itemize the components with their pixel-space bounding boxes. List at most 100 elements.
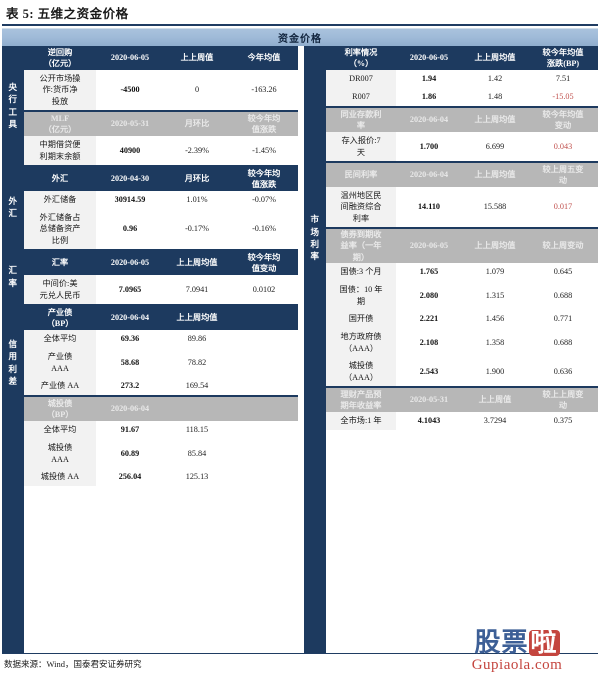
group-label-信用利差: 信用利差: [8, 338, 18, 386]
row-label: 产业债 AAA: [24, 348, 96, 377]
table-row: 国开债 2.221 1.456 0.771: [326, 310, 598, 328]
row-label: 温州地区民 间融资综合 利率: [326, 187, 396, 227]
left-col-header: 城投债 （BP）: [46, 398, 74, 419]
left-col-header: 逆回购 （亿元）: [43, 47, 77, 68]
row-value-3: -0.16%: [252, 224, 276, 234]
group-label-外汇: 外汇: [8, 195, 18, 218]
left-col-header: [230, 397, 298, 421]
row-value-3: -15.05: [552, 92, 574, 102]
table-row: 全市场:1 年 4.1043 3.7294 0.375: [326, 412, 598, 430]
row-value-2: 1.42: [487, 74, 503, 84]
row-value-3: -0.07%: [252, 195, 276, 205]
table-row: 外汇储备 30914.59 1.01% -0.07%: [24, 191, 298, 209]
row-label: 中间价:美 元兑人民币: [24, 275, 96, 304]
row-value-2: 1.358: [485, 337, 505, 347]
row-value-1: 2.543: [419, 366, 439, 376]
left-col-header: 产业债 （BP）: [46, 307, 74, 328]
row-value-2: 118.15: [185, 425, 209, 435]
row-label: 中期借贷便 利期末余额: [24, 136, 96, 165]
row-label: 外汇储备: [24, 191, 96, 209]
row-value-1: -4500: [120, 85, 140, 95]
row-value-1: 7.0965: [118, 284, 142, 294]
right-col-header: 较上上周变动: [542, 389, 584, 410]
left-block-5-header: 城投债 （BP） 2020-06-04: [24, 397, 298, 421]
left-group-strip: 央行工具外汇汇率信用利差: [2, 46, 24, 653]
row-value-2: 0: [194, 85, 200, 95]
left-col-header: [164, 397, 230, 421]
row-label: 产业债 AA: [24, 377, 96, 395]
table-row: 全体平均 69.36 89.86: [24, 330, 298, 348]
row-value-3: -1.45%: [252, 145, 276, 155]
row-value-1: 58.68: [120, 357, 140, 367]
row-value-1: 2.080: [419, 290, 439, 300]
row-value-1: 273.2: [120, 381, 140, 391]
left-col-header: [230, 306, 298, 330]
row-value-3: -163.26: [251, 85, 277, 95]
left-table-body: 逆回购 （亿元） 2020-06-05 上上周值 今年均值 公开市场操 作:货币净 投放 -45…: [24, 46, 298, 653]
table-row: DR007 1.94 1.42 7.51: [326, 70, 598, 88]
row-label: 城投债 AA: [24, 468, 96, 486]
right-col-header: 上上周值: [478, 395, 512, 405]
row-value-3: 0.771: [553, 314, 573, 324]
left-block-1-header: MLF （亿元） 2020-05-31 月环比 较今年均 值涨跌: [24, 112, 298, 136]
right-block-4-header: 理财产品预 期年收益率 2020-05-31 上上周值 较上上周变动: [326, 388, 598, 412]
row-value-3: 0.017: [553, 202, 573, 212]
row-value-2: 3.7294: [483, 416, 507, 426]
row-value-3: [230, 421, 298, 439]
row-value-2: 15.588: [483, 202, 507, 212]
table-row: 地方政府债 （AAA） 2.108 1.358 0.688: [326, 328, 598, 357]
left-col-header: 2020-06-04: [110, 404, 150, 414]
row-value-2: 89.86: [187, 334, 207, 344]
right-col-header: 理财产品预 期年收益率: [340, 389, 382, 410]
right-col-header: 2020-06-04: [409, 170, 449, 180]
left-col-header: 月环比: [184, 119, 210, 129]
table-row: R007 1.86 1.48 -15.05: [326, 88, 598, 106]
table-row: 外汇储备占 总储备资产 比例 0.96 -0.17% -0.16%: [24, 209, 298, 249]
banner: 资金价格: [2, 28, 598, 46]
right-col-header: 较上周变动: [542, 241, 584, 251]
left-col-header: 2020-06-05: [110, 53, 150, 63]
row-value-1: 2.108: [419, 337, 439, 347]
row-label: 存入报价:7 天: [326, 132, 396, 161]
row-value-3: 0.645: [553, 267, 573, 277]
row-value-1: 1.765: [419, 267, 439, 277]
row-value-3: 0.688: [553, 290, 573, 300]
row-value-2: 1.079: [485, 267, 505, 277]
right-block-2-header: 民间利率 2020-06-04 上上周均值 较上周五变动: [326, 163, 598, 187]
table-row: 温州地区民 间融资综合 利率 14.110 15.588 0.017: [326, 187, 598, 227]
right-col-header: 上上周均值: [474, 115, 516, 125]
table-row: 城投债 （AAA） 2.543 1.900 0.636: [326, 357, 598, 386]
row-value-3: [230, 377, 298, 395]
data-source: 数据来源：Wind，国泰君安证券研究: [4, 659, 142, 669]
row-value-2: 1.900: [485, 366, 505, 376]
row-value-3: 0.375: [553, 416, 573, 426]
left-col-header: 上上周均值: [176, 313, 218, 323]
row-value-3: [230, 439, 298, 468]
row-value-2: 1.48: [487, 92, 503, 102]
table-row: 存入报价:7 天 1.700 6.699 0.043: [326, 132, 598, 161]
group-label-央行工具: 央行工具: [8, 81, 18, 129]
row-label: 国债：10 年期: [326, 281, 396, 310]
left-col-header: 汇率: [51, 258, 69, 268]
right-col-header: 较今年均值 变动: [542, 109, 584, 130]
left-col-header: 2020-04-30: [110, 174, 150, 184]
right-col-header: 上上周均值: [474, 241, 516, 251]
table-row: 国债：10 年期 2.080 1.315 0.688: [326, 281, 598, 310]
table-row: 城投债 AAA 60.89 85.84: [24, 439, 298, 468]
row-value-1: 14.110: [417, 202, 441, 212]
table-row: 国债:3 个月 1.765 1.079 0.645: [326, 263, 598, 281]
table-row: 产业债 AAA 58.68 78.82: [24, 348, 298, 377]
row-value-2: 169.54: [185, 381, 209, 391]
row-value-2: -0.17%: [185, 224, 209, 234]
row-value-2: 6.699: [485, 141, 505, 151]
row-value-2: -2.39%: [185, 145, 209, 155]
row-value-3: 0.0102: [252, 284, 276, 294]
table-caption: 表 5: 五维之资金价格: [2, 0, 598, 26]
row-value-2: 1.315: [485, 290, 505, 300]
table-row: 公开市场操 作:货币净 投放 -4500 0 -163.26: [24, 70, 298, 110]
right-col-header: 债券到期收 益率（一年 期）: [340, 229, 382, 262]
left-col-header: 今年均值: [247, 53, 281, 63]
row-value-1: 91.67: [120, 425, 140, 435]
left-col-header: 上上周均值: [176, 258, 218, 268]
row-value-1: 4.1043: [417, 416, 441, 426]
